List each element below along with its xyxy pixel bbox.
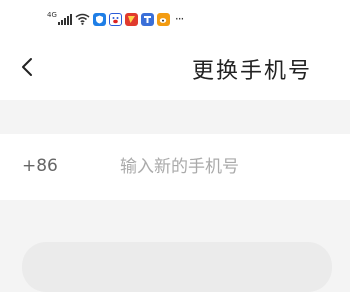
more-icon: ··· [174,12,185,26]
chevron-left-icon [22,58,32,76]
page-title: 更换手机号 [191,59,312,84]
shield-app-icon [92,12,106,26]
baidu-app-icon [108,12,122,26]
tieba-app-icon [140,12,154,26]
phone-number-input[interactable] [120,153,330,181]
weibo-app-icon [156,12,170,26]
signal-icon [57,13,72,25]
confirm-button[interactable] [22,242,332,292]
phone-number-row: +86 [0,134,350,200]
back-button[interactable] [16,54,38,80]
bottom-area [0,200,350,292]
wifi-icon [75,13,90,25]
navigation-bar: 更换手机号 [0,34,350,100]
status-bar: 4G ··· [0,0,350,34]
red-app-icon [124,12,138,26]
network-type-label: 4G [47,11,57,19]
country-code-selector[interactable]: +86 [22,156,58,176]
status-icons: 4G ··· [47,10,185,28]
